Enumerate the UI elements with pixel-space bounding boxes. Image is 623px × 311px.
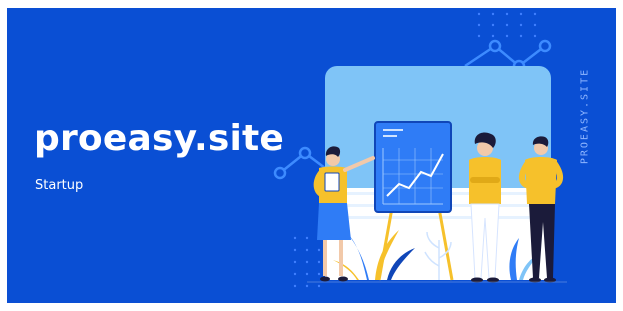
banner: proeasy.site Startup PROEASY.SITE xyxy=(7,8,616,303)
dot-pattern-top xyxy=(477,12,537,38)
vertical-site-label: PROEASY.SITE xyxy=(579,67,591,165)
tagline: Startup xyxy=(35,178,84,193)
site-title: proeasy.site xyxy=(34,118,285,159)
dot-pattern-bottom xyxy=(293,236,321,288)
